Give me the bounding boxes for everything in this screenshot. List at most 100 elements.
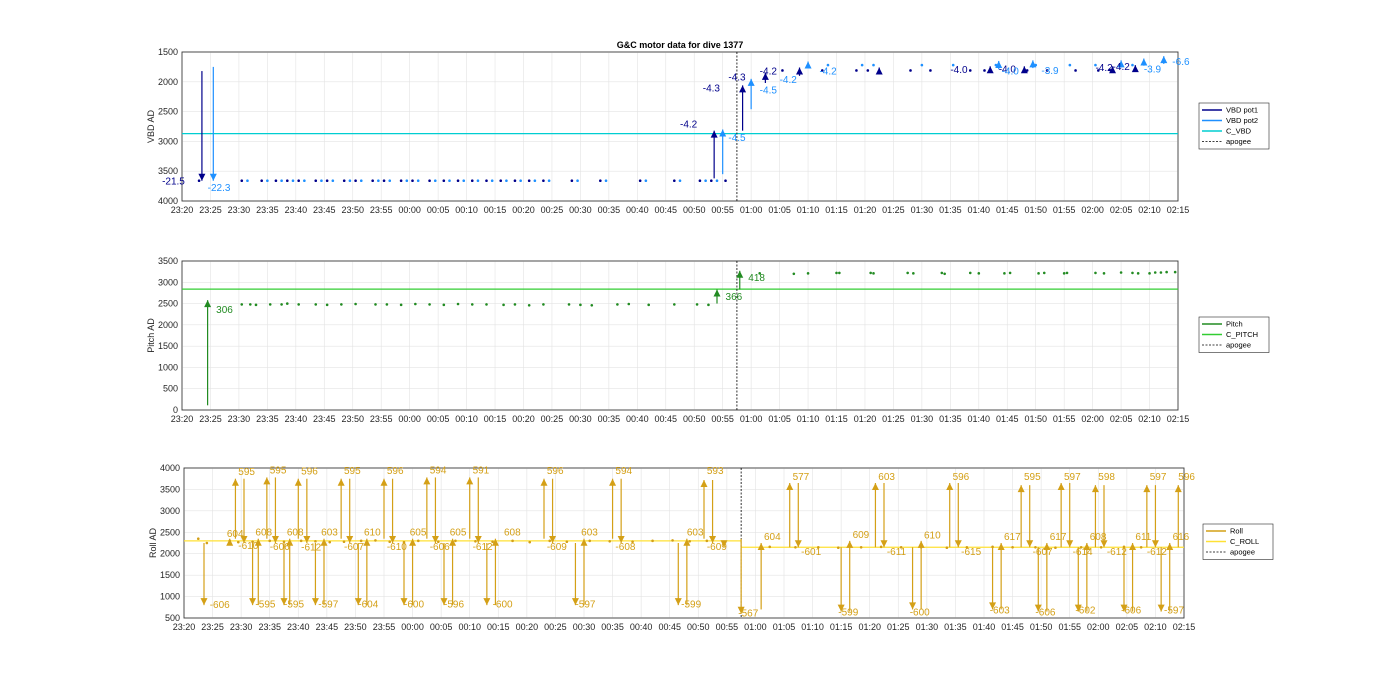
roll-data-label: 596	[301, 466, 318, 477]
roll-data-label: 603	[687, 528, 704, 539]
vbd-data-label: -4.0	[1002, 67, 1020, 78]
vbd-y-tick-label: 4000	[158, 196, 178, 206]
pitch-data-point	[1159, 271, 1163, 274]
roll-data-label: 603	[878, 472, 895, 483]
pitch-x-tick-label: 01:55	[1053, 414, 1076, 424]
vbd-data-point	[388, 179, 392, 183]
vbd-data-label: -4.3	[703, 83, 721, 94]
pitch-x-tick-label: 23:20	[171, 414, 194, 424]
pitch-x-tick-label: 00:45	[655, 414, 678, 424]
vbd-data-point	[920, 63, 924, 67]
pitch-legend-entry: Pitch	[1226, 320, 1243, 329]
roll-x-tick-label: 00:30	[573, 622, 596, 632]
roll-x-tick-label: 01:55	[1058, 622, 1081, 632]
roll-data-label: -614	[1073, 547, 1093, 558]
pitch-x-tick-label: 01:35	[939, 414, 962, 424]
pitch-x-tick-label: 00:05	[427, 414, 450, 424]
vbd-data-point	[673, 179, 676, 183]
vbd-data-point	[325, 179, 329, 183]
pitch-data-point	[513, 303, 517, 306]
roll-data-label: -601	[801, 547, 821, 558]
vbd-data-label: -3.9	[1041, 66, 1059, 77]
pitch-data-point	[1037, 272, 1040, 275]
roll-y-axis-label: Roll AD	[148, 527, 158, 558]
roll-panel: 23:20 23:25 23:30 23:35 23:40 23:45 23:50 23:55…	[148, 463, 1274, 632]
roll-data-label: 609	[853, 530, 870, 541]
vbd-data-point	[331, 179, 335, 183]
pitch-data-point	[340, 303, 343, 306]
roll-x-tick-label: 01:25	[887, 622, 910, 632]
roll-data-point	[836, 546, 840, 550]
vbd-data-point	[470, 179, 474, 183]
pitch-data-point	[792, 272, 796, 276]
vbd-data-point	[505, 179, 508, 183]
roll-data-label: 616	[1173, 532, 1190, 543]
roll-data-label: -567	[738, 608, 758, 619]
vbd-data-point	[533, 179, 537, 183]
roll-data-label: 577	[793, 472, 810, 483]
vbd-x-tick-label: 23:55	[370, 205, 393, 215]
roll-data-label: -603	[990, 606, 1010, 617]
pitch-y-tick-label: 1000	[158, 362, 178, 372]
roll-x-tick-label: 00:15	[487, 622, 510, 632]
roll-data-point	[511, 539, 514, 543]
pitch-x-tick-label: 02:10	[1138, 414, 1161, 424]
pitch-data-point	[1102, 272, 1106, 275]
vbd-x-tick-label: 00:10	[455, 205, 478, 215]
vbd-data-label: -4.5	[760, 86, 778, 97]
vbd-x-tick-label: 02:10	[1138, 205, 1161, 215]
vbd-data-label: -3.9	[1144, 64, 1162, 75]
roll-data-point	[608, 539, 612, 543]
vbd-x-tick-label: 00:00	[398, 205, 421, 215]
vbd-x-tick-label: 23:40	[285, 205, 308, 215]
pitch-data-point	[414, 302, 417, 306]
roll-axes-box	[183, 467, 1185, 619]
roll-x-tick-label: 01:10	[801, 622, 824, 632]
pitch-data-point	[442, 303, 446, 307]
roll-data-label: 595	[238, 467, 255, 478]
pitch-legend-entry: C_PITCH	[1226, 330, 1258, 339]
vbd-data-label: -4.2	[1095, 63, 1113, 74]
roll-data-label: 596	[387, 466, 404, 477]
roll-x-tick-label: 01:15	[830, 622, 853, 632]
vbd-data-point	[678, 179, 682, 183]
pitch-data-point	[872, 272, 875, 275]
vbd-data-label: -4.2	[780, 75, 798, 86]
pitch-x-tick-label: 23:45	[313, 414, 336, 424]
vbd-x-tick-label: 00:45	[655, 205, 678, 215]
pitch-data-point	[1119, 271, 1123, 274]
pitch-x-tick-label: 00:20	[512, 414, 535, 424]
roll-legend-entry: apogee	[1230, 548, 1255, 557]
pitch-x-tick-label: 00:50	[683, 414, 706, 424]
pitch-data-point	[869, 271, 872, 275]
roll-x-tick-label: 01:05	[773, 622, 796, 632]
pitch-x-tick-label: 02:05	[1110, 414, 1133, 424]
pitch-panel: 23:20 23:25 23:30 23:35 23:40 23:45 23:50 23:55…	[146, 256, 1270, 424]
pitch-data-point	[527, 303, 531, 307]
pitch-x-tick-label: 01:00	[740, 414, 763, 424]
vbd-data-point	[968, 69, 972, 72]
vbd-x-tick-label: 23:30	[228, 205, 251, 215]
vbd-data-point	[855, 69, 858, 72]
vbd-legend-entry: C_VBD	[1226, 127, 1252, 136]
pitch-data-point	[1008, 271, 1012, 275]
pitch-data-point	[695, 303, 699, 306]
roll-x-tick-label: 23:35	[258, 622, 281, 632]
pitch-x-tick-label: 01:20	[854, 414, 877, 424]
roll-data-label: 605	[410, 528, 427, 539]
roll-data-label: -609	[707, 542, 727, 553]
pitch-x-tick-label: 00:10	[455, 414, 478, 424]
roll-data-point	[651, 539, 654, 543]
vbd-data-point	[428, 179, 431, 183]
vbd-data-label: -4.3	[728, 73, 746, 84]
pitch-x-tick-label: 00:55	[711, 414, 734, 424]
roll-data-label: 603	[581, 528, 598, 539]
pitch-data-point	[1065, 271, 1069, 275]
pitch-x-tick-label: 23:50	[341, 414, 364, 424]
roll-x-tick-label: 23:55	[373, 622, 396, 632]
pitch-x-tick-label: 01:40	[968, 414, 991, 424]
pitch-x-tick-label: 01:50	[1024, 414, 1047, 424]
pitch-data-point	[977, 272, 981, 275]
vbd-x-tick-label: 01:20	[854, 205, 877, 215]
pitch-y-tick-label: 3000	[158, 277, 178, 287]
